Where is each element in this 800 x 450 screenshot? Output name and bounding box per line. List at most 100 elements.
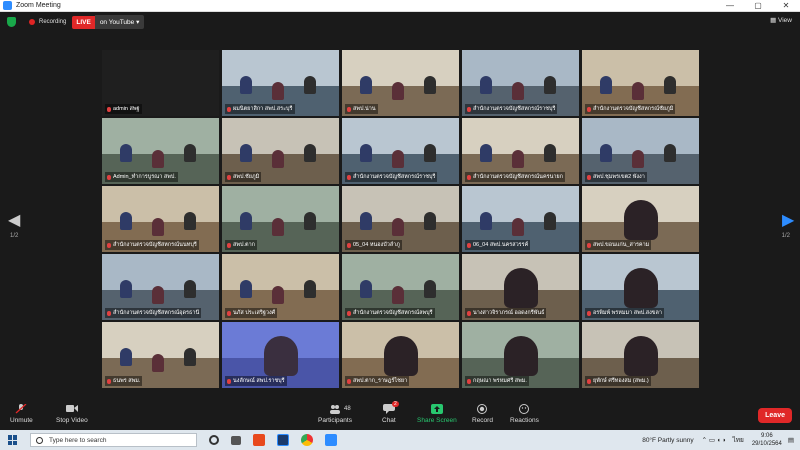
muted-mic-icon xyxy=(227,174,231,180)
share-screen-label: Share Screen xyxy=(417,417,457,424)
participant-figure xyxy=(272,150,284,168)
participant-figure xyxy=(480,144,492,162)
participant-figure xyxy=(264,336,298,376)
participants-button[interactable]: Participants 48 xyxy=(318,404,352,424)
video-tile[interactable]: สำนักงานตรวจบัญชีสหกรณ์นนทบุรี xyxy=(102,186,219,252)
previous-page-arrow-icon[interactable]: ◀ xyxy=(8,210,20,230)
zoom-taskbar-icon[interactable] xyxy=(277,434,289,446)
video-tile-active-speaker[interactable]: นงลักษณ์ สพป.ราชบุรี xyxy=(222,322,339,388)
next-page-arrow-icon[interactable]: ▶ xyxy=(782,210,794,230)
chat-button[interactable]: 2 Chat xyxy=(382,401,399,424)
chrome-icon[interactable] xyxy=(301,434,313,446)
reactions-button[interactable]: Reactions xyxy=(510,404,539,424)
view-button[interactable]: ▦ View xyxy=(770,16,792,24)
video-tile[interactable]: สพป.ตาก_ราษฎร์ไชยา xyxy=(342,322,459,388)
video-tile[interactable]: สำนักงานตรวจบัญชีสหกรณ์อุดรธานี xyxy=(102,254,219,320)
video-tile[interactable]: สพป.ขอนแก่น_สารคาม xyxy=(582,186,699,252)
video-tile[interactable]: 05_04 หนองบัวลำภู xyxy=(342,186,459,252)
participant-figure xyxy=(624,336,658,376)
participant-name: ยุพักษ์ ศรีทองสม (สพม.) xyxy=(593,378,649,384)
participants-icon xyxy=(329,405,340,414)
muted-mic-icon xyxy=(347,174,351,180)
recording-label[interactable]: Recording xyxy=(39,19,66,25)
participant-name-label: สพป.ตาก xyxy=(225,240,257,250)
share-screen-button[interactable]: Share Screen xyxy=(417,404,457,424)
task-view-icon[interactable] xyxy=(231,435,241,445)
participant-figure xyxy=(304,144,316,162)
record-button[interactable]: Record xyxy=(472,404,493,424)
notifications-icon[interactable]: ▤ xyxy=(788,436,794,444)
participant-name: 05_04 หนองบัวลำภู xyxy=(353,242,400,248)
participant-figure xyxy=(392,286,404,304)
participant-figure xyxy=(664,144,676,162)
participant-name: สำนักงานตรวจบัญชีสหกรณ์ลพบุรี xyxy=(353,310,433,316)
muted-mic-icon xyxy=(107,106,111,112)
participant-name-label: admin สพฐ xyxy=(105,104,142,114)
close-button[interactable]: ✕ xyxy=(772,0,800,12)
video-tile[interactable]: สำนักงานตรวจบัญชีสหกรณ์ชัยภูมิ xyxy=(582,50,699,116)
windows-start-icon[interactable] xyxy=(8,435,18,445)
participant-name: ผมนิตยาสิกา สพป.สระบุรี xyxy=(233,106,293,112)
participant-figure xyxy=(600,144,612,162)
video-tile[interactable]: นางสาวจิราภรณ์ ออดงกรีพันธ์ xyxy=(462,254,579,320)
participants-label: Participants xyxy=(318,417,352,424)
video-tile[interactable]: Admin_ทำการบูรณา สพป. xyxy=(102,118,219,184)
clock[interactable]: 9:06 29/10/2564 xyxy=(752,432,782,448)
participants-count: 48 xyxy=(344,406,351,412)
participant-name: สพป.ตาก xyxy=(233,242,255,248)
video-tile[interactable]: สำนักงานตรวจบัญชีสหกรณ์นครนายก xyxy=(462,118,579,184)
video-tile[interactable]: สพป.ตาก xyxy=(222,186,339,252)
clock-date: 29/10/2564 xyxy=(751,441,782,447)
participant-name-label: นภัส ประเสริฐวงศ์ xyxy=(225,308,278,318)
participant-name-label: สำนักงานตรวจบัญชีสหกรณ์นครนายก xyxy=(465,172,565,182)
language-indicator[interactable]: ไทย xyxy=(732,435,743,445)
participant-figure xyxy=(120,280,132,298)
tray-icons[interactable]: ⌃ ▭ ◖ ◗ xyxy=(702,436,727,444)
video-tile[interactable]: สำนักงานตรวจบัญชีสหกรณ์ราชบุรี xyxy=(462,50,579,116)
participant-figure xyxy=(664,76,676,94)
participant-name-label: นางสาวจิราภรณ์ ออดงกรีพันธ์ xyxy=(465,308,547,318)
unmute-button[interactable]: Unmute xyxy=(10,404,33,424)
leave-button[interactable]: Leave xyxy=(758,408,792,423)
video-tile[interactable]: กฤษณา พรหมศรี สพม. xyxy=(462,322,579,388)
video-tile[interactable]: สพป.ชุมพรเขต2 พังงา xyxy=(582,118,699,184)
participant-name: สพป.ชัยภูมิ xyxy=(233,174,260,180)
video-tile[interactable]: ผมนิตยาสิกา สพป.สระบุรี xyxy=(222,50,339,116)
video-tile[interactable]: สำนักงานตรวจบัญชีสหกรณ์ลพบุรี xyxy=(342,254,459,320)
participant-name: สำนักงานตรวจบัญชีสหกรณ์นนทบุรี xyxy=(113,242,197,248)
participant-figure xyxy=(392,218,404,236)
share-screen-icon xyxy=(430,404,443,414)
taskbar-search-box[interactable]: Type here to search xyxy=(30,433,197,447)
video-tile[interactable]: admin สพฐ xyxy=(102,50,219,116)
video-tile[interactable]: อรพิมพ์ พรหมมา สพป.สงขลา xyxy=(582,254,699,320)
participant-figure xyxy=(184,144,196,162)
participant-figure xyxy=(392,82,404,100)
stream-target-dropdown[interactable]: on YouTube ▾ xyxy=(94,15,145,29)
participant-figure xyxy=(360,76,372,94)
zoom-app-taskbar-icon[interactable] xyxy=(325,434,337,446)
muted-mic-icon xyxy=(107,174,111,180)
video-tile[interactable]: 06_04 สพป.นครสวรรค์ xyxy=(462,186,579,252)
minimize-button[interactable]: — xyxy=(716,0,744,12)
participant-figure xyxy=(184,280,196,298)
windows-taskbar: Type here to search 80°F Partly sunny ⌃ … xyxy=(0,430,800,450)
video-tile[interactable]: สพป.ชัยภูมิ xyxy=(222,118,339,184)
video-tile[interactable]: สพป.น่าน xyxy=(342,50,459,116)
participant-name-label: สำนักงานตรวจบัญชีสหกรณ์ราชบุรี xyxy=(345,172,438,182)
muted-mic-icon xyxy=(107,378,111,384)
live-badge: LIVE xyxy=(72,15,95,29)
video-tile[interactable]: ธนพร สพม. xyxy=(102,322,219,388)
video-tile[interactable]: นภัส ประเสริฐวงศ์ xyxy=(222,254,339,320)
participant-figure xyxy=(152,218,164,236)
participant-name-label: Admin_ทำการบูรณา สพป. xyxy=(105,172,178,182)
video-tile[interactable]: สำนักงานตรวจบัญชีสหกรณ์ราชบุรี xyxy=(342,118,459,184)
security-shield-icon[interactable] xyxy=(7,17,16,27)
cortana-icon[interactable] xyxy=(209,435,219,445)
participant-figure xyxy=(304,280,316,298)
office-app-icon[interactable] xyxy=(253,434,265,446)
participant-name: นภัส ประเสริฐวงศ์ xyxy=(233,310,276,316)
video-tile[interactable]: ยุพักษ์ ศรีทองสม (สพม.) xyxy=(582,322,699,388)
stop-video-button[interactable]: Stop Video xyxy=(56,404,88,424)
maximize-button[interactable]: ▢ xyxy=(744,0,772,12)
weather-widget[interactable]: 80°F Partly sunny xyxy=(642,437,693,444)
